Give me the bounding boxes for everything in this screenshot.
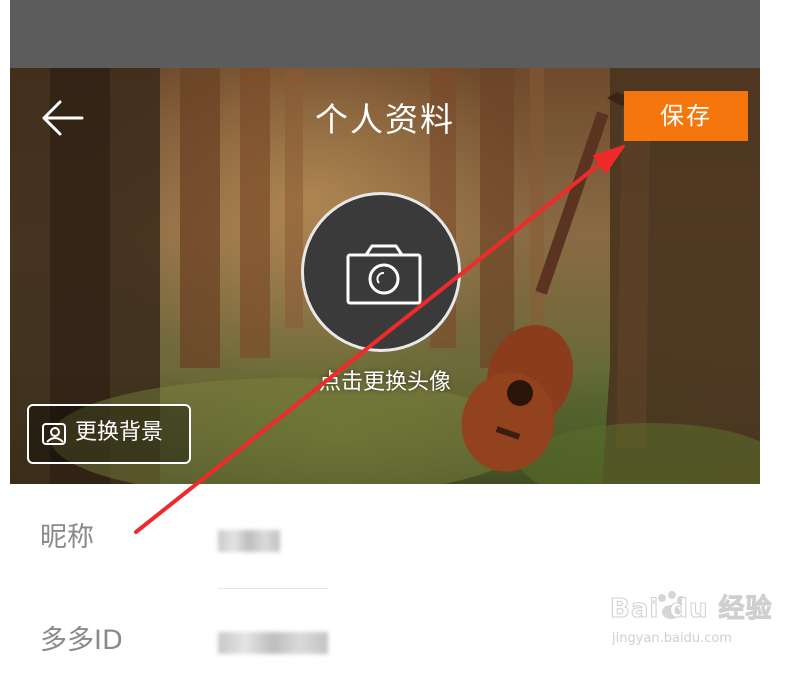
nickname-label: 昵称 [40,522,94,553]
profile-header-background: 个人资料 保存 点击更换头像 更换背景 [10,68,760,484]
portrait-frame-icon [42,423,66,445]
change-background-button[interactable]: 更换背景 [27,404,191,464]
nickname-row[interactable]: 昵称 [10,490,760,590]
watermark-url-text: jingyan.baidu.com [612,631,732,646]
camera-icon [346,244,422,305]
save-button[interactable]: 保存 [624,91,748,141]
change-avatar-hint[interactable]: 点击更换头像 [10,368,760,398]
avatar-upload[interactable] [301,192,461,352]
nickname-value-blurred[interactable] [218,530,280,552]
status-bar [10,0,760,68]
watermark-main-text: Bai du 经验 [610,594,773,625]
row-divider [218,588,328,589]
profile-edit-screen: 个人资料 保存 点击更换头像 更换背景 昵称 多多ID Bai du 经验 ji… [0,0,796,674]
change-background-label: 更换背景 [75,420,164,445]
id-value-blurred [218,632,328,654]
id-label: 多多ID [40,625,123,656]
baidu-jingyan-watermark: Bai du 经验 jingyan.baidu.com [580,588,780,660]
